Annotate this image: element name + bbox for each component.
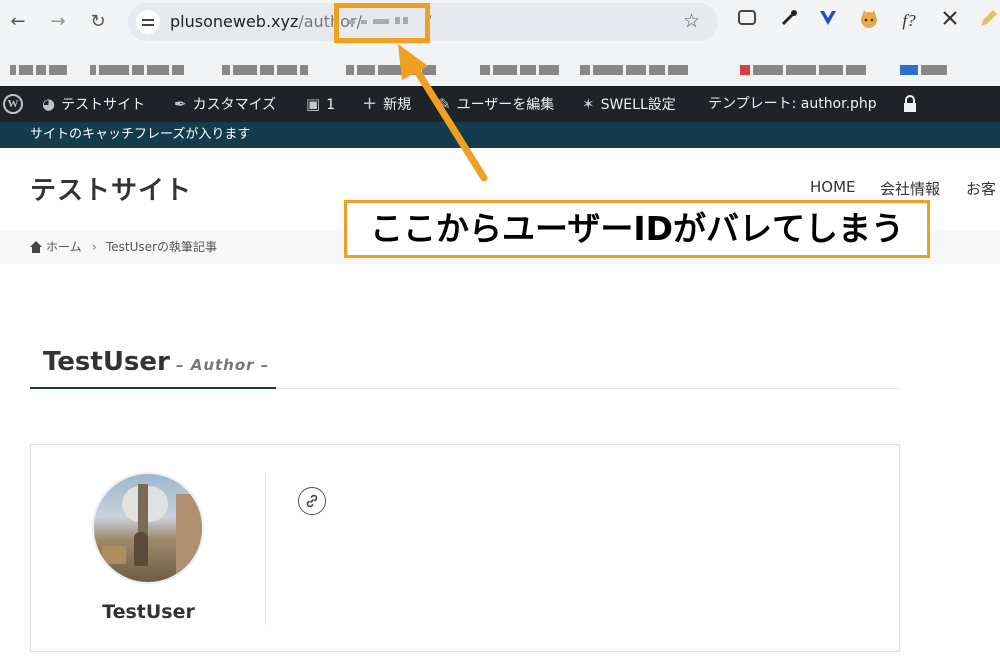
annotation-arrow [398,44,488,182]
annotation-callout: ここからユーザーIDがバレてしまう [344,200,930,258]
